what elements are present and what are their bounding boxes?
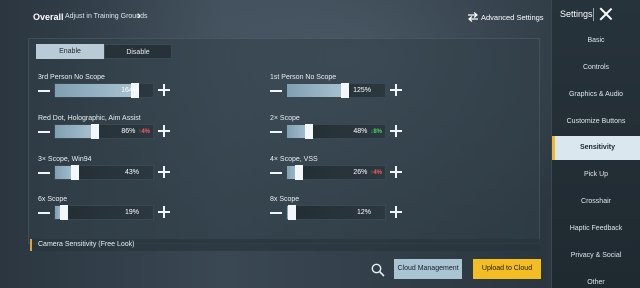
setting-label: 8x Scope <box>270 196 300 203</box>
slider-handle[interactable] <box>91 124 99 139</box>
slider-track[interactable]: 125% <box>286 83 386 98</box>
sidebar-item-crosshair[interactable]: Crosshair <box>552 190 640 214</box>
disable-button[interactable]: Disable <box>104 44 172 59</box>
setting-label: 6x Scope <box>38 196 68 203</box>
slider-handle[interactable] <box>71 165 79 180</box>
minus-icon[interactable] <box>38 90 50 92</box>
setting-label: Red Dot, Holographic, Aim Assist <box>38 115 141 122</box>
plus-icon[interactable] <box>158 125 170 137</box>
setting-value-text: 48% <box>353 128 368 135</box>
search-icon[interactable] <box>371 263 385 277</box>
slider-track[interactable]: 164% <box>54 83 154 98</box>
minus-icon[interactable] <box>38 131 50 133</box>
sidebar-title: Settings <box>560 9 593 19</box>
setting-label: 3rd Person No Scope <box>38 74 105 81</box>
sidebar-title-divider <box>593 8 594 21</box>
minus-icon[interactable] <box>38 212 50 214</box>
setting-label: 2× Scope <box>270 115 300 122</box>
sidebar-item-graphics-audio[interactable]: Graphics & Audio <box>552 83 640 107</box>
chevron-right-icon[interactable]: › <box>137 10 141 22</box>
training-grounds-link[interactable]: Adjust in Training Grounds <box>65 13 148 20</box>
minus-icon[interactable] <box>270 90 282 92</box>
slider-track[interactable]: 48% ↓8% <box>286 124 386 139</box>
setting-value-text: 164% <box>121 87 139 94</box>
setting-value-text: 12% <box>356 209 371 216</box>
slider-fill <box>55 125 95 138</box>
plus-icon[interactable] <box>158 206 170 218</box>
slider-track[interactable]: 86% ↑4% <box>54 124 154 139</box>
slider-handle[interactable] <box>60 205 68 220</box>
setting-value: 26% ↑4% <box>353 169 382 176</box>
setting-value-text: 26% <box>353 169 368 176</box>
slider-track[interactable]: 12% <box>286 205 386 220</box>
plus-icon[interactable] <box>390 125 402 137</box>
slider-handle[interactable] <box>295 165 303 180</box>
minus-icon[interactable] <box>270 172 282 174</box>
slider-track[interactable]: 43% <box>54 165 154 180</box>
close-icon[interactable] <box>599 7 613 21</box>
setting-value: 48% ↓8% <box>353 128 382 135</box>
cloud-management-button[interactable]: Cloud Management <box>394 259 462 279</box>
setting-value: 19% <box>125 209 139 216</box>
enable-button[interactable]: Enable <box>36 44 104 59</box>
setting-label: 3× Scope, Win94 <box>38 156 92 163</box>
slider-handle[interactable] <box>341 83 349 98</box>
plus-icon[interactable] <box>390 84 402 96</box>
setting-value: 125% <box>353 87 371 94</box>
page-title: Overall <box>33 12 64 22</box>
sidebar-item-privacy-social[interactable]: Privacy & Social <box>552 244 640 268</box>
setting-value: 43% <box>125 169 139 176</box>
enable-disable-toggle: Enable Disable <box>36 44 172 59</box>
setting-value-text: 19% <box>124 209 139 216</box>
sidebar-item-pick-up[interactable]: Pick Up <box>552 163 640 187</box>
slider-track[interactable]: 19% <box>54 205 154 220</box>
setting-value: 164% <box>121 87 139 94</box>
change-badge: ↓8% <box>370 129 382 135</box>
setting-label: 1st Person No Scope <box>270 74 337 81</box>
minus-icon[interactable] <box>270 131 282 133</box>
sidebar-item-customize-buttons[interactable]: Customize Buttons <box>552 110 640 134</box>
camera-sensitivity-label: Camera Sensitivity (Free Look) <box>38 241 135 248</box>
sidebar-item-other[interactable]: Other <box>552 271 640 288</box>
setting-value-text: 43% <box>124 169 139 176</box>
sidebar-item-basic[interactable]: Basic <box>552 29 640 53</box>
slider-track[interactable]: 26% ↑4% <box>286 165 386 180</box>
sidebar-item-controls[interactable]: Controls <box>552 56 640 80</box>
setting-value: 12% <box>357 209 371 216</box>
setting-value: 86% ↑4% <box>121 128 150 135</box>
minus-icon[interactable] <box>270 212 282 214</box>
plus-icon[interactable] <box>390 166 402 178</box>
setting-value-text: 86% <box>121 128 136 135</box>
sidebar-item-haptic-feedback[interactable]: Haptic Feedback <box>552 217 640 241</box>
slider-handle[interactable] <box>305 124 313 139</box>
plus-icon[interactable] <box>158 166 170 178</box>
upload-to-cloud-button[interactable]: Upload to Cloud <box>473 259 541 279</box>
swap-arrows-icon[interactable] <box>467 12 479 22</box>
top-bar: Overall Adjust in Training Grounds › Adv… <box>0 0 550 34</box>
setting-label: 4× Scope, VSS <box>270 156 318 163</box>
minus-icon[interactable] <box>38 172 50 174</box>
change-badge: ↑4% <box>138 129 150 135</box>
advanced-settings-link[interactable]: Advanced Settings <box>481 13 544 22</box>
plus-icon[interactable] <box>390 206 402 218</box>
plus-icon[interactable] <box>158 84 170 96</box>
slider-fill <box>287 84 345 97</box>
change-badge: ↑4% <box>370 170 382 176</box>
setting-value-text: 125% <box>353 87 371 94</box>
camera-sensitivity-section[interactable]: Camera Sensitivity (Free Look) <box>30 239 540 251</box>
sidebar-item-sensitivity[interactable]: Sensitivity <box>552 136 640 160</box>
slider-handle[interactable] <box>288 205 296 220</box>
